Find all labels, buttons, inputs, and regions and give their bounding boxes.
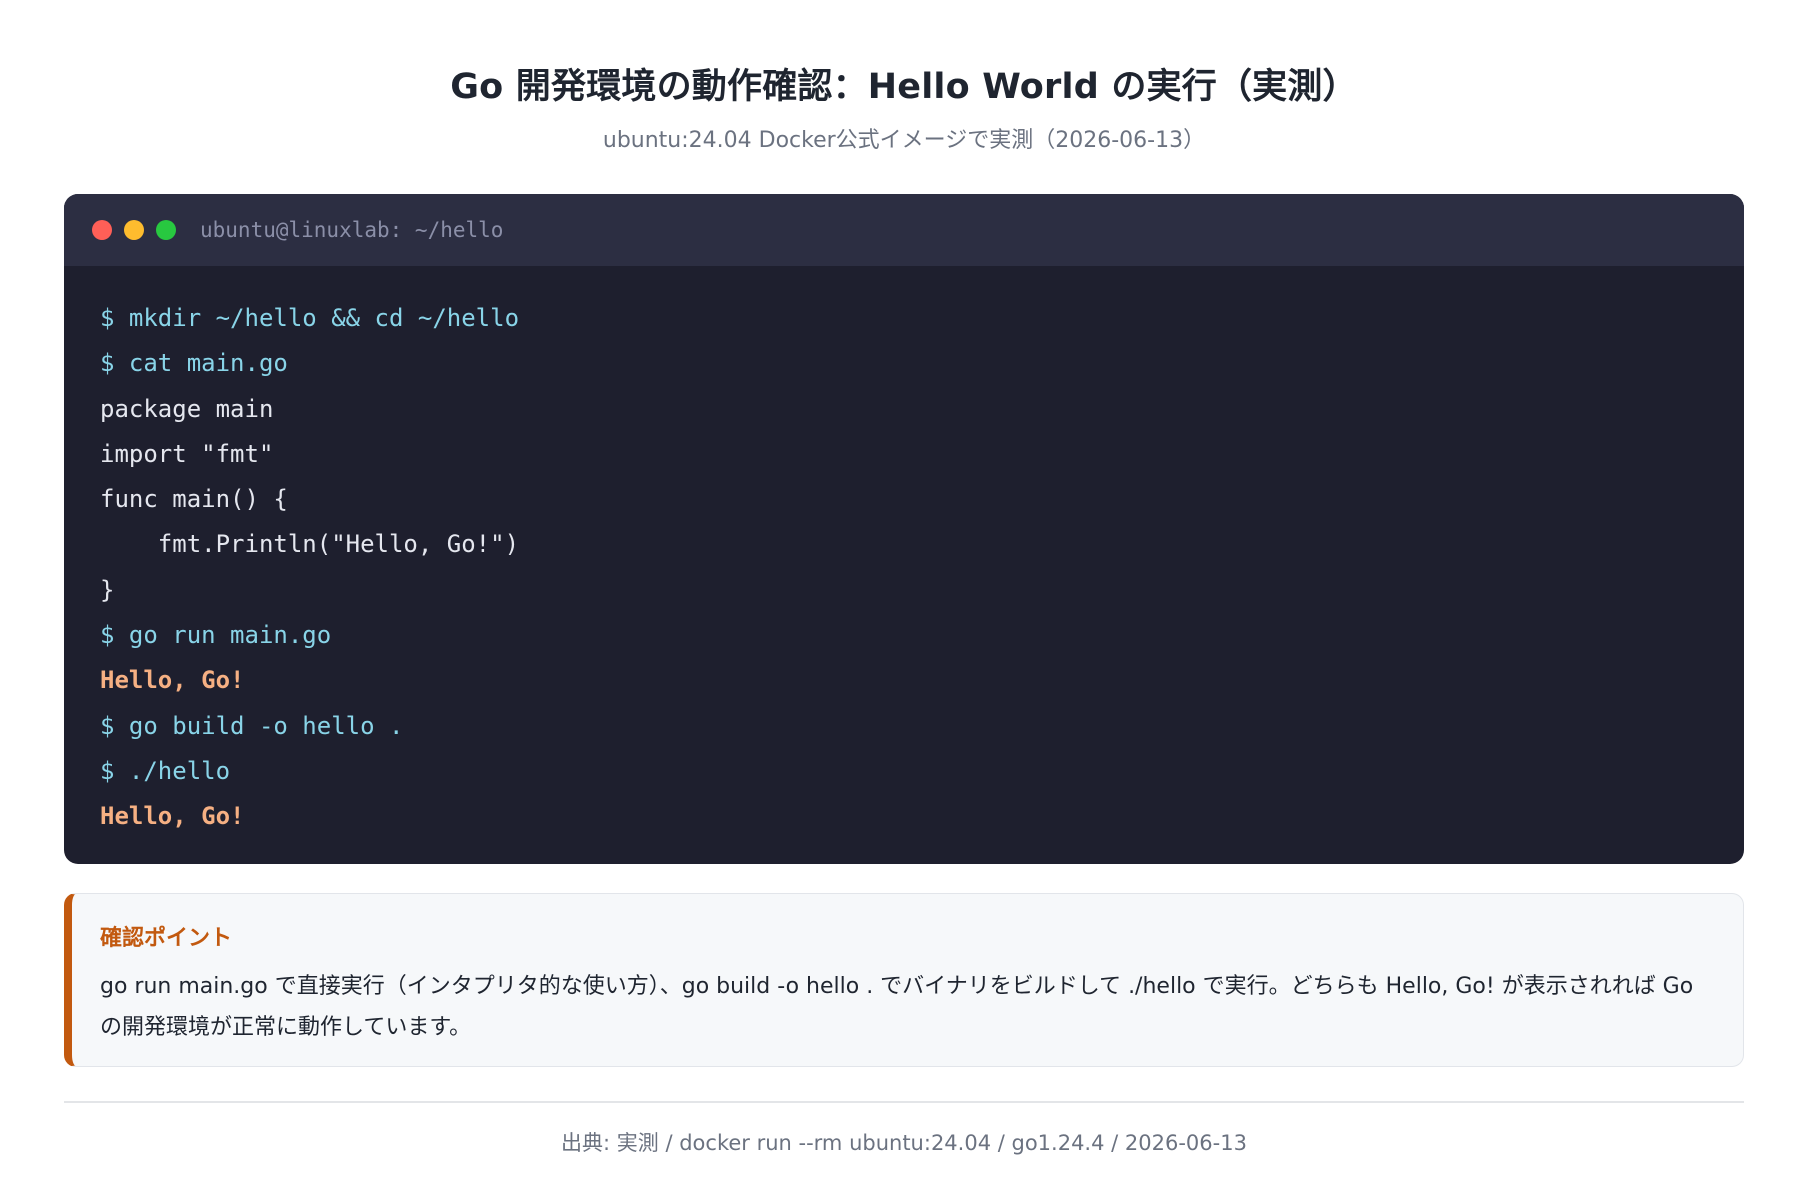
source-footer: 出典: 実測 / docker run --rm ubuntu:24.04 / … <box>561 1131 1247 1155</box>
terminal-output: $ mkdir ~/hello && cd ~/hello $ cat main.… <box>64 266 1744 840</box>
terminal-line-cmd: $ go build -o hello . <box>100 711 404 740</box>
minimize-dot-icon[interactable] <box>124 220 144 240</box>
maximize-dot-icon[interactable] <box>156 220 176 240</box>
terminal-line-cmd: $ go run main.go <box>100 621 332 650</box>
close-dot-icon[interactable] <box>92 220 112 240</box>
terminal-title: ubuntu@linuxlab: ~/hello <box>200 218 504 242</box>
terminal-line-cmd: $ mkdir ~/hello && cd ~/hello <box>100 304 520 332</box>
terminal-line-code: func main() { <box>100 485 288 514</box>
page-title: Go 開発環境の動作確認：Hello World の実行（実測） <box>450 67 1358 107</box>
terminal-line-cmd: $ cat main.go <box>100 349 288 378</box>
callout-heading: 確認ポイント <box>100 926 233 951</box>
terminal-line-code: import "fmt" <box>100 439 274 468</box>
page-subtitle: ubuntu:24.04 Docker公式イメージで実測（2026-06-13） <box>602 128 1206 153</box>
footer-divider <box>64 1101 1744 1103</box>
callout-body: go run main.go で直接実行（インタプリタ的な使い方）、go bui… <box>100 974 1694 1040</box>
terminal-title-bar: ubuntu@linuxlab: ~/hello <box>64 194 1744 266</box>
terminal-line-code: package main <box>100 394 274 423</box>
check-point-callout: 確認ポイント go run main.go で直接実行（インタプリタ的な使い方）… <box>64 893 1744 1067</box>
terminal-window: ubuntu@linuxlab: ~/hello $ mkdir ~/hello… <box>64 194 1744 864</box>
terminal-line-cmd: $ ./hello <box>100 756 231 785</box>
terminal-line-out: Hello, Go! <box>100 666 245 695</box>
terminal-line-code: fmt.Println("Hello, Go!") <box>100 530 520 559</box>
terminal-line-out: Hello, Go! <box>100 802 245 831</box>
terminal-line-code: } <box>100 575 115 604</box>
